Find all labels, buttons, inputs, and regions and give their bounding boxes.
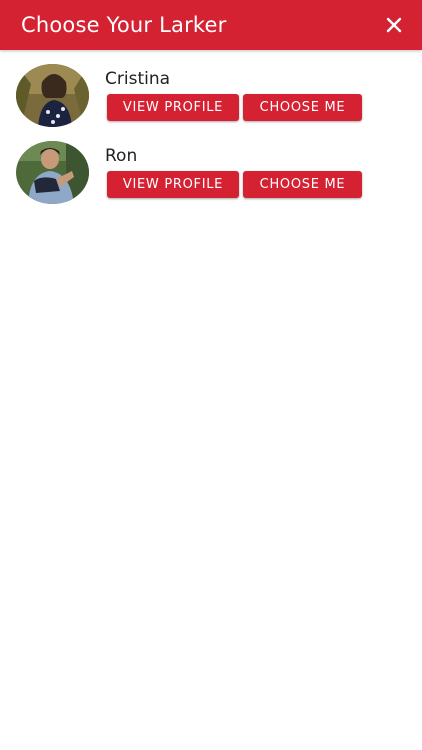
modal-header: Choose Your Larker [0,0,422,50]
larker-item: Cristina VIEW PROFILE CHOOSE ME [0,50,422,127]
larker-name: Ron [105,146,138,166]
view-profile-button[interactable]: VIEW PROFILE [107,171,239,198]
larker-list: Cristina VIEW PROFILE CHOOSE ME Ron VIEW [0,50,422,204]
close-button[interactable] [380,11,408,39]
app-screen: Choose Your Larker Cristina VIEW PROFILE… [0,0,422,750]
choose-me-button[interactable]: CHOOSE ME [243,94,362,121]
avatar [16,64,89,127]
avatar [16,141,89,204]
page-title: Choose Your Larker [21,13,227,37]
view-profile-button[interactable]: VIEW PROFILE [107,94,239,121]
choose-me-button[interactable]: CHOOSE ME [243,171,362,198]
larker-name: Cristina [105,69,171,89]
larker-item: Ron VIEW PROFILE CHOOSE ME [0,127,422,204]
close-icon [386,17,402,33]
